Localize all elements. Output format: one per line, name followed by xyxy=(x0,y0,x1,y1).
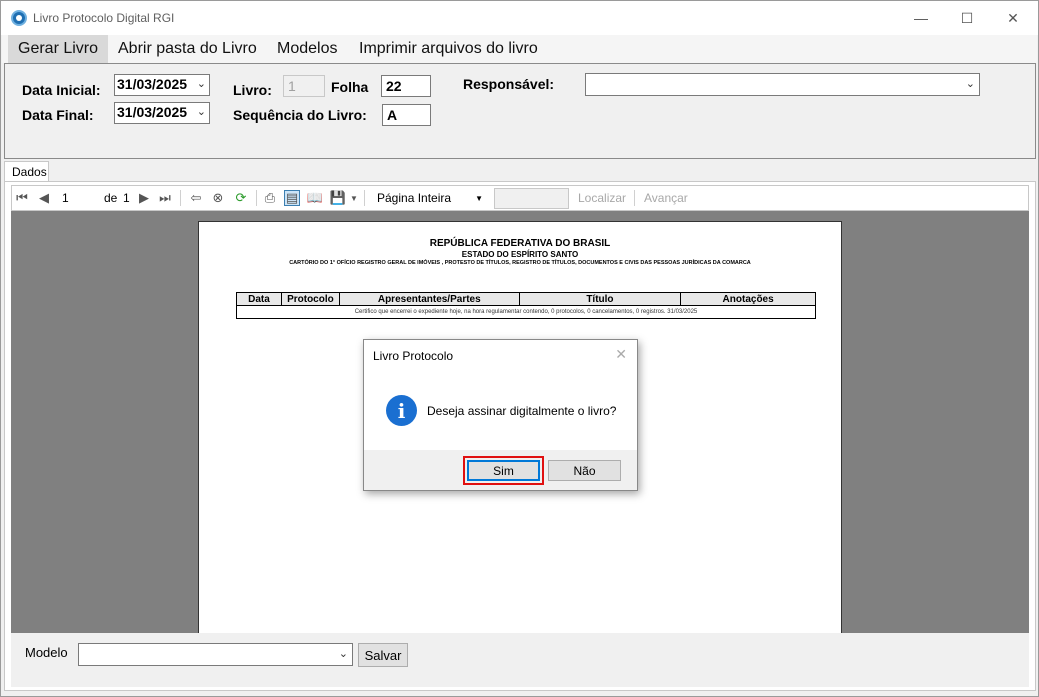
menu-bar: Gerar Livro Abrir pasta do Livro Modelos… xyxy=(2,35,1037,63)
column-header: Data xyxy=(236,292,282,306)
yes-button[interactable]: Sim xyxy=(467,460,540,481)
next-link[interactable]: Avançar xyxy=(644,189,688,207)
page-current-input[interactable]: 1 xyxy=(62,189,69,207)
stop-icon[interactable]: ⊗ xyxy=(210,190,226,206)
page-total-label: 1 xyxy=(123,191,130,205)
data-final-label: Data Final: xyxy=(22,107,94,123)
column-header: Anotações xyxy=(680,292,816,306)
data-final-value: 31/03/2025 xyxy=(117,104,188,120)
zoom-select[interactable]: Página Inteira ▼ xyxy=(377,189,489,207)
dialog-footer: Sim Não xyxy=(364,450,637,490)
print-icon[interactable]: ⎙ xyxy=(262,190,278,206)
toolbar-separator xyxy=(634,190,635,206)
info-icon: i xyxy=(386,395,417,426)
sequencia-field[interactable]: A xyxy=(382,104,431,126)
window-title: Livro Protocolo Digital RGI xyxy=(33,11,175,25)
chevron-down-icon: ⌄ xyxy=(196,106,206,118)
chevron-down-icon: ▼ xyxy=(475,193,483,203)
save-button[interactable]: Salvar xyxy=(358,643,408,667)
responsavel-label: Responsável: xyxy=(463,76,555,92)
dialog-close-icon[interactable]: ✕ xyxy=(615,346,627,363)
chevron-down-icon: ⌄ xyxy=(965,78,975,90)
title-bar: Livro Protocolo Digital RGI — ☐ ✕ xyxy=(1,1,1038,35)
minimize-button[interactable]: — xyxy=(898,1,944,35)
livro-label: Livro: xyxy=(233,82,272,98)
report-heading: REPÚBLICA FEDERATIVA DO BRASIL xyxy=(429,238,611,249)
back-icon[interactable]: ⇦ xyxy=(188,190,204,206)
page-setup-icon[interactable]: 📖 xyxy=(307,190,323,206)
report-footer-row: Certifico que encerrei o expediente hoje… xyxy=(236,305,816,319)
folha-label: Folha xyxy=(331,79,369,95)
last-page-icon[interactable]: ⏭ xyxy=(157,190,173,206)
sequencia-label: Sequência do Livro: xyxy=(233,107,367,123)
print-layout-icon[interactable]: ▤ xyxy=(284,190,300,206)
chevron-down-icon: ⌄ xyxy=(338,648,348,660)
page-of-label: de xyxy=(104,191,118,205)
responsavel-combo[interactable]: ⌄ xyxy=(585,73,980,96)
next-page-icon[interactable]: ▶ xyxy=(136,190,152,206)
modelo-combo[interactable]: ⌄ xyxy=(78,643,353,666)
find-text-input[interactable] xyxy=(494,188,569,209)
app-icon xyxy=(11,10,27,26)
report-office-line: CARTÓRIO DO 1° OFÍCIO REGISTRO GERAL DE … xyxy=(289,260,751,266)
first-page-icon[interactable]: ⏮ xyxy=(14,190,30,206)
report-subheading: ESTADO DO ESPÍRITO SANTO xyxy=(461,250,579,259)
folha-field[interactable]: 22 xyxy=(381,75,431,97)
menu-gerar-livro[interactable]: Gerar Livro xyxy=(8,35,109,63)
previous-page-icon[interactable]: ◀ xyxy=(36,190,52,206)
report-viewer-toolbar: ⏮ ◀ 1 de 1 ▶ ⏭ ⇦ ⊗ ⟳ ⎙ ▤ 📖 💾 ▼ Página In… xyxy=(11,185,1029,211)
livro-field[interactable]: 1 xyxy=(283,75,325,97)
modelo-label: Modelo xyxy=(25,645,68,660)
toolbar-separator xyxy=(364,190,365,206)
maximize-button[interactable]: ☐ xyxy=(944,1,990,35)
data-inicial-picker[interactable]: 31/03/2025 ⌄ xyxy=(114,74,210,96)
toolbar-separator xyxy=(256,190,257,206)
export-icon[interactable]: 💾 xyxy=(330,190,346,206)
column-header: Apresentantes/Partes xyxy=(338,292,520,306)
bottom-panel: Modelo ⌄ Salvar xyxy=(11,633,1029,687)
dialog-message: Deseja assinar digitalmente o livro? xyxy=(427,404,617,418)
menu-imprimir-arquivos[interactable]: Imprimir arquivos do livro xyxy=(349,35,548,63)
export-dropdown-icon[interactable]: ▼ xyxy=(346,190,362,206)
data-inicial-label: Data Inicial: xyxy=(22,82,101,98)
zoom-value: Página Inteira xyxy=(377,191,452,205)
dialog-title: Livro Protocolo xyxy=(373,349,454,363)
column-header: Protocolo xyxy=(280,292,340,306)
data-final-picker[interactable]: 31/03/2025 ⌄ xyxy=(114,102,210,124)
no-button[interactable]: Não xyxy=(548,460,621,481)
main-window: Livro Protocolo Digital RGI — ☐ ✕ Gerar … xyxy=(0,0,1039,697)
chevron-down-icon: ⌄ xyxy=(196,78,206,90)
menu-modelos[interactable]: Modelos xyxy=(267,35,347,63)
toolbar-separator xyxy=(180,190,181,206)
column-header: Título xyxy=(518,292,682,306)
close-button[interactable]: ✕ xyxy=(990,1,1036,35)
data-inicial-value: 31/03/2025 xyxy=(117,76,188,92)
tab-dados[interactable]: Dados xyxy=(4,161,49,182)
filter-panel: Data Inicial: 31/03/2025 ⌄ Data Final: 3… xyxy=(4,63,1036,159)
confirm-dialog: Livro Protocolo ✕ i Deseja assinar digit… xyxy=(363,339,638,491)
menu-abrir-pasta[interactable]: Abrir pasta do Livro xyxy=(108,35,267,63)
refresh-icon[interactable]: ⟳ xyxy=(233,190,249,206)
report-table: Data Protocolo Apresentantes/Partes Títu… xyxy=(236,292,816,319)
find-link[interactable]: Localizar xyxy=(578,189,626,207)
